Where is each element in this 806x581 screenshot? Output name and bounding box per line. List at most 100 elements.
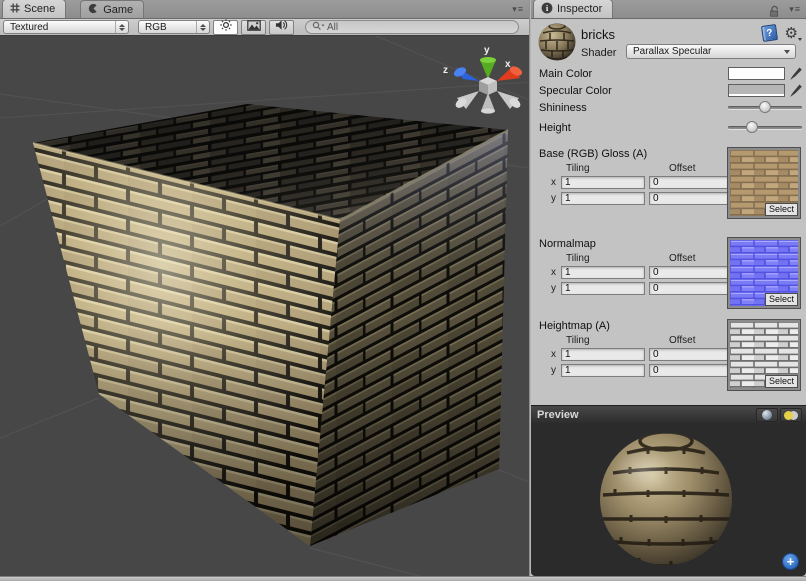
- draw-mode-value: Textured: [10, 22, 48, 33]
- offset-label: Offset: [669, 163, 696, 174]
- scene-tabstrip: Scene Game ▾≡: [0, 0, 529, 19]
- lighting-sun-icon: [220, 18, 232, 36]
- offset-label: Offset: [669, 335, 696, 346]
- axis-gizmo[interactable]: y z x: [443, 45, 524, 114]
- material-sphere-thumbnail[interactable]: [537, 22, 577, 67]
- main-color-row: Main Color: [531, 65, 806, 82]
- scene-search-field[interactable]: [305, 20, 519, 34]
- scene-audio-toggle[interactable]: [269, 20, 294, 35]
- height-slider[interactable]: [728, 126, 802, 129]
- inspector-panel: i Inspector ▾≡: [531, 0, 806, 576]
- normalmap-offset-y-input[interactable]: [649, 282, 729, 295]
- sphere-icon: [762, 410, 772, 420]
- shininess-slider[interactable]: [728, 106, 802, 109]
- x-axis-label: x: [551, 267, 556, 278]
- scene-toolbar: Textured RGB: [0, 19, 529, 36]
- window-bottom-edge: [0, 576, 806, 581]
- heightmap-tiling-y-input[interactable]: [561, 364, 645, 377]
- x-axis-label: x: [551, 349, 556, 360]
- preview-lighting-button[interactable]: [780, 408, 802, 422]
- heightmap-texture-thumbnail[interactable]: Select: [728, 320, 800, 390]
- skybox-image-icon: [247, 18, 261, 36]
- gizmo-x-label: x: [505, 59, 511, 70]
- brick-cube[interactable]: [33, 104, 508, 546]
- tab-inspector-label: Inspector: [557, 3, 602, 15]
- heightmap-section-title: Heightmap (A): [539, 320, 726, 334]
- scene-panel: Scene Game ▾≡ Textured RGB: [0, 0, 529, 576]
- normalmap-tiling-x-input[interactable]: [561, 266, 645, 279]
- height-label: Height: [539, 122, 571, 134]
- heightmap-offset-x-input[interactable]: [649, 348, 729, 361]
- tab-game-label: Game: [103, 4, 133, 16]
- tiling-label: Tiling: [566, 335, 590, 346]
- y-axis-label: y: [551, 365, 556, 376]
- unity-editor-window: Scene Game ▾≡ Textured RGB: [0, 0, 806, 581]
- normalmap-offset-x-input[interactable]: [649, 266, 729, 279]
- help-icon[interactable]: ?: [761, 24, 778, 42]
- specular-color-label: Specular Color: [539, 85, 612, 97]
- normalmap-tiling-y-input[interactable]: [561, 282, 645, 295]
- search-icon: [312, 18, 325, 36]
- preview-header[interactable]: Preview: [531, 405, 806, 423]
- base-texture-thumbnail[interactable]: Select: [728, 148, 800, 218]
- heightmap-tiling-x-input[interactable]: [561, 348, 645, 361]
- base-offset-y-input[interactable]: [649, 192, 729, 205]
- inspector-tabstrip: i Inspector ▾≡: [531, 0, 806, 19]
- slider-knob[interactable]: [759, 101, 771, 113]
- specular-color-swatch[interactable]: [728, 84, 785, 97]
- shader-dropdown[interactable]: Parallax Specular: [626, 44, 796, 59]
- scene-skybox-toggle[interactable]: [241, 20, 266, 35]
- scene-panel-menu-icon[interactable]: ▾≡: [512, 4, 524, 14]
- specular-color-row: Specular Color: [531, 82, 806, 99]
- inspector-panel-menu-icon[interactable]: ▾≡: [789, 4, 801, 14]
- search-input[interactable]: [327, 22, 487, 33]
- preview-sphere: [531, 423, 806, 575]
- shader-label: Shader: [581, 47, 616, 59]
- material-header: bricks Shader Parallax Specular ? ⚙: [531, 19, 806, 65]
- material-name: bricks: [581, 27, 615, 42]
- unity-game-icon: [88, 3, 99, 17]
- normalmap-select-button[interactable]: Select: [765, 293, 798, 306]
- tab-game[interactable]: Game: [80, 0, 144, 18]
- preview-mesh-button[interactable]: [756, 408, 778, 422]
- material-preview[interactable]: +: [531, 423, 806, 576]
- x-axis-label: x: [551, 177, 556, 188]
- render-mode-value: RGB: [145, 22, 167, 33]
- preview-title: Preview: [537, 409, 579, 421]
- offset-label: Offset: [669, 253, 696, 264]
- normalmap-texture-thumbnail[interactable]: Select: [728, 238, 800, 308]
- base-select-button[interactable]: Select: [765, 203, 798, 216]
- tiling-label: Tiling: [566, 163, 590, 174]
- slider-knob[interactable]: [746, 121, 758, 133]
- heightmap-section: Heightmap (A) Tiling Offset x y: [539, 320, 806, 394]
- base-tiling-y-input[interactable]: [561, 192, 645, 205]
- main-color-label: Main Color: [539, 68, 592, 80]
- preview-add-button[interactable]: +: [782, 553, 799, 570]
- audio-speaker-icon: [275, 18, 288, 36]
- scene-lighting-toggle[interactable]: [213, 20, 238, 35]
- heightmap-select-button[interactable]: Select: [765, 375, 798, 388]
- y-axis-label: y: [551, 283, 556, 294]
- render-mode-dropdown[interactable]: RGB: [138, 20, 210, 34]
- y-axis-label: y: [551, 193, 556, 204]
- base-offset-x-input[interactable]: [649, 176, 729, 189]
- normalmap-section-title: Normalmap: [539, 238, 726, 252]
- gear-icon[interactable]: ⚙: [785, 26, 798, 41]
- base-texture-section: Base (RGB) Gloss (A) Tiling Offset x y: [539, 148, 806, 222]
- heightmap-offset-y-input[interactable]: [649, 364, 729, 377]
- normalmap-section: Normalmap Tiling Offset x y: [539, 238, 806, 312]
- shader-value: Parallax Specular: [633, 46, 711, 57]
- base-tiling-x-input[interactable]: [561, 176, 645, 189]
- gizmo-y-label: y: [484, 45, 490, 56]
- dropdown-arrows-icon: [115, 21, 128, 33]
- tab-inspector[interactable]: i Inspector: [533, 0, 613, 18]
- draw-mode-dropdown[interactable]: Textured: [3, 20, 129, 34]
- tab-scene-label: Scene: [24, 3, 55, 15]
- main-color-swatch[interactable]: [728, 67, 785, 80]
- gizmo-z-label: z: [443, 65, 448, 76]
- scene-viewport[interactable]: y z x: [0, 36, 529, 576]
- info-icon: i: [541, 2, 553, 17]
- material-inspector: bricks Shader Parallax Specular ? ⚙ Main…: [531, 19, 806, 405]
- tab-scene[interactable]: Scene: [2, 0, 66, 18]
- shininess-label: Shininess: [539, 102, 587, 114]
